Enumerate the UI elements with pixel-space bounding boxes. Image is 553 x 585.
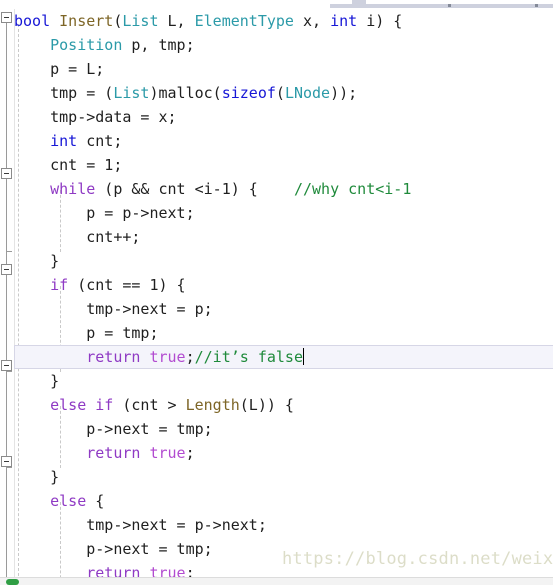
code-token-plain: )malloc( [149,84,222,102]
code-token-plain: tmp = ( [14,84,114,102]
code-token-plain: tmp->next = p; [14,300,213,318]
fold-marker-while-rail [6,179,7,251]
code-token-ctrl: else [14,492,87,510]
fold-marker-while[interactable] [1,168,12,179]
code-line[interactable]: p = L; [14,57,553,81]
code-token-plain: (cnt > [113,396,186,414]
code-token-plain: p->next = tmp; [14,420,213,438]
code-token-type: LNode [284,84,331,102]
status-indicator-dot [6,579,19,585]
code-token-plain: ; [185,444,195,462]
toolbar-tick-two [535,4,538,7]
editor-top-chrome [0,0,553,9]
code-line[interactable]: cnt = 1; [14,153,553,177]
code-line[interactable]: tmp = (List)malloc(sizeof(LNode)); [14,81,553,105]
fold-marker-else-rail [6,467,7,577]
code-token-plain: p, tmp; [122,36,195,54]
fold-marker-if-rail [6,275,7,371]
code-token-plain: { [86,492,105,510]
code-line[interactable]: } [14,249,553,273]
code-token-plain: ( [275,84,285,102]
horizontal-scrollbar-thumb[interactable] [352,0,366,8]
code-token-kw: int [14,132,78,150]
status-bar [0,577,553,585]
code-token-plain: p->next = tmp; [14,540,213,558]
code-token-plain: cnt++; [14,228,141,246]
code-line[interactable]: cnt++; [14,225,553,249]
code-line[interactable]: tmp->next = p; [14,297,553,321]
code-token-plain: cnt; [77,132,123,150]
code-token-fn: Length [185,396,240,414]
code-token-plain: cnt = 1; [14,156,123,174]
text-caret [303,348,304,365]
code-line[interactable]: } [14,465,553,489]
code-editor: bool Insert ( List L, ElementType x, int i… [0,0,553,585]
code-token-plain: (p && cnt <i-1) { [95,180,294,198]
fold-marker-else-if-rail [6,371,7,467]
code-token-plain: )); [330,84,358,102]
fold-marker-if[interactable] [1,264,12,275]
code-token-ctrl: return [14,348,141,366]
code-line[interactable]: p->next = tmp; [14,537,553,561]
code-token-type: ElementType [194,12,294,30]
code-line[interactable]: bool Insert(List L, ElementType x, int i… [14,9,553,33]
code-token-lit: true [149,444,186,462]
code-token-plain: x, [293,12,331,30]
code-line[interactable]: tmp->next = p->next; [14,513,553,537]
code-token-plain: tmp->next = p->next; [14,516,267,534]
toolbar-tick-one [448,4,451,7]
code-line[interactable]: p->next = tmp; [14,417,553,441]
code-token-plain: ; [185,348,195,366]
fold-marker-while-foot [6,251,12,252]
code-token-plain: p = tmp; [14,324,159,342]
code-line[interactable]: int cnt; [14,129,553,153]
code-token-fn: Insert [59,12,114,30]
code-token-plain: (L)) { [239,396,294,414]
code-token-cmt: //why cnt<i-1 [293,180,412,198]
code-token-plain: } [14,372,60,390]
code-token-type: List [122,12,159,30]
code-token-type: Position [50,36,123,54]
code-line[interactable]: return true;//it’s false [14,345,553,369]
code-token-plain: L, [158,12,195,30]
fold-marker-function[interactable] [1,12,12,23]
code-token-ctrl: while [14,180,96,198]
code-text-area[interactable]: bool Insert ( List L, ElementType x, int i… [14,9,553,585]
code-line[interactable]: Position p, tmp; [14,33,553,57]
code-token-plain: p = p->next; [14,204,195,222]
code-line[interactable]: else if (cnt > Length(L)) { [14,393,553,417]
editor-gutter[interactable] [0,9,15,585]
code-token-type: List [113,84,150,102]
fold-marker-else-if[interactable] [1,360,12,371]
code-line[interactable]: return true; [14,441,553,465]
code-token-kw: bool [14,12,51,30]
code-token-punct: ) { [375,12,403,30]
code-line[interactable]: p = tmp; [14,321,553,345]
code-token-cmt: //it’s false [194,348,303,366]
code-line[interactable]: p = p->next; [14,201,553,225]
code-line[interactable]: } [14,369,553,393]
code-line[interactable]: tmp->data = x; [14,105,553,129]
code-token-plain: p = L; [14,60,105,78]
code-token-ctrl: if [14,276,69,294]
code-token-plain: (cnt == 1) { [68,276,186,294]
code-line[interactable]: while (p && cnt <i-1) { //why cnt<i-1 [14,177,553,201]
code-token-plain: } [14,252,60,270]
code-token-kw: int [330,12,358,30]
code-line[interactable]: if (cnt == 1) { [14,273,553,297]
fold-marker-else[interactable] [1,456,12,467]
code-token-plain: i [357,12,376,30]
code-token-plain: tmp->data = x; [14,108,177,126]
code-token-ctrl: else if [14,396,114,414]
code-token-ctrl: return [14,444,141,462]
code-token-plain: } [14,468,60,486]
code-line[interactable]: else { [14,489,553,513]
code-token-lit: true [149,348,186,366]
code-token-kw: sizeof [221,84,276,102]
